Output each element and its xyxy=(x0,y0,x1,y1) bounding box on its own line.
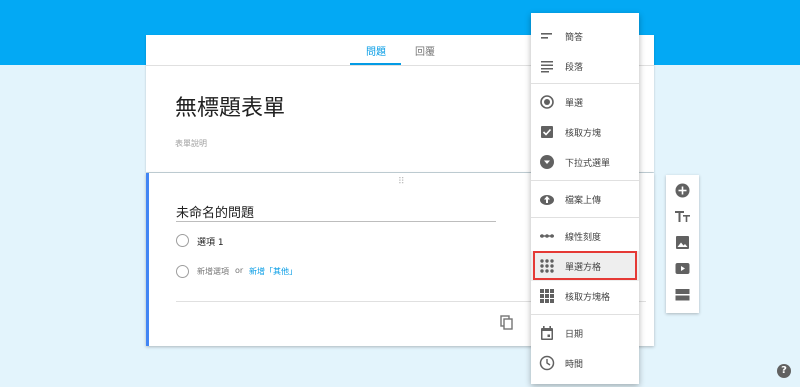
menu-item-checkbox-grid[interactable]: 核取方塊格 xyxy=(531,281,639,311)
option-radio xyxy=(176,234,189,247)
calendar-icon xyxy=(541,326,553,340)
add-other-link[interactable]: 新增「其他」 xyxy=(249,266,297,277)
question-type-menu: 簡答 段落 單選 核取方塊 下拉式選單 檔案上傳 線性刻度 單選方格 核取方塊格… xyxy=(531,13,639,384)
clock-icon xyxy=(539,355,555,371)
menu-item-label: 下拉式選單 xyxy=(565,159,611,169)
upload-icon xyxy=(540,195,554,205)
form-description-field[interactable]: 表單說明 xyxy=(175,138,207,149)
drag-handle[interactable]: ⠿ xyxy=(398,177,406,187)
question-title-underline xyxy=(176,221,496,222)
duplicate-icon[interactable] xyxy=(500,315,514,331)
menu-item-label: 簡答 xyxy=(565,33,584,43)
menu-item-date[interactable]: 日期 xyxy=(531,318,639,348)
dropdown-icon xyxy=(540,155,554,169)
menu-divider xyxy=(531,83,639,84)
short-text-icon xyxy=(541,33,552,39)
side-toolbar xyxy=(666,175,699,313)
menu-item-paragraph[interactable]: 段落 xyxy=(531,51,639,81)
menu-divider xyxy=(531,180,639,181)
menu-item-label: 時間 xyxy=(565,360,584,370)
form-title[interactable]: 無標題表單 xyxy=(175,90,285,122)
menu-item-label: 段落 xyxy=(565,63,584,73)
menu-item-label: 線性刻度 xyxy=(565,233,602,243)
menu-item-linear-scale[interactable]: 線性刻度 xyxy=(531,221,639,251)
checkbox-grid-icon xyxy=(540,289,554,303)
checkbox-icon xyxy=(541,126,553,138)
add-option-radio xyxy=(176,265,189,278)
menu-item-short-answer[interactable]: 簡答 xyxy=(531,21,639,51)
menu-item-label: 檔案上傳 xyxy=(565,196,602,206)
menu-item-checkboxes[interactable]: 核取方塊 xyxy=(531,117,639,147)
or-text: or xyxy=(235,266,244,275)
add-section-icon[interactable] xyxy=(674,286,691,303)
add-image-icon[interactable] xyxy=(674,234,691,251)
linear-scale-icon xyxy=(540,234,554,238)
menu-item-label: 日期 xyxy=(565,330,584,340)
add-video-icon[interactable] xyxy=(674,260,691,277)
menu-item-label: 核取方塊 xyxy=(565,129,602,139)
add-option-field[interactable]: 新增選項 xyxy=(197,266,229,277)
menu-divider xyxy=(531,314,639,315)
question-title-field[interactable]: 未命名的問題 xyxy=(176,202,254,221)
help-icon[interactable]: ? xyxy=(777,364,791,378)
selection-highlight xyxy=(533,251,637,280)
add-question-icon[interactable] xyxy=(674,182,691,199)
menu-item-time[interactable]: 時間 xyxy=(531,348,639,378)
menu-item-label: 單選 xyxy=(565,99,584,109)
paragraph-icon xyxy=(541,61,553,73)
tab-questions[interactable]: 問題 xyxy=(366,43,386,58)
menu-item-label: 核取方塊格 xyxy=(565,293,611,303)
radio-icon xyxy=(540,95,554,109)
menu-item-multiple-choice[interactable]: 單選 xyxy=(531,87,639,117)
menu-item-file-upload[interactable]: 檔案上傳 xyxy=(531,184,639,214)
menu-item-dropdown[interactable]: 下拉式選單 xyxy=(531,147,639,177)
add-title-icon[interactable] xyxy=(674,208,691,225)
option-1-label[interactable]: 選項 1 xyxy=(197,235,224,248)
menu-divider xyxy=(531,217,639,218)
tab-responses[interactable]: 回覆 xyxy=(415,43,435,58)
